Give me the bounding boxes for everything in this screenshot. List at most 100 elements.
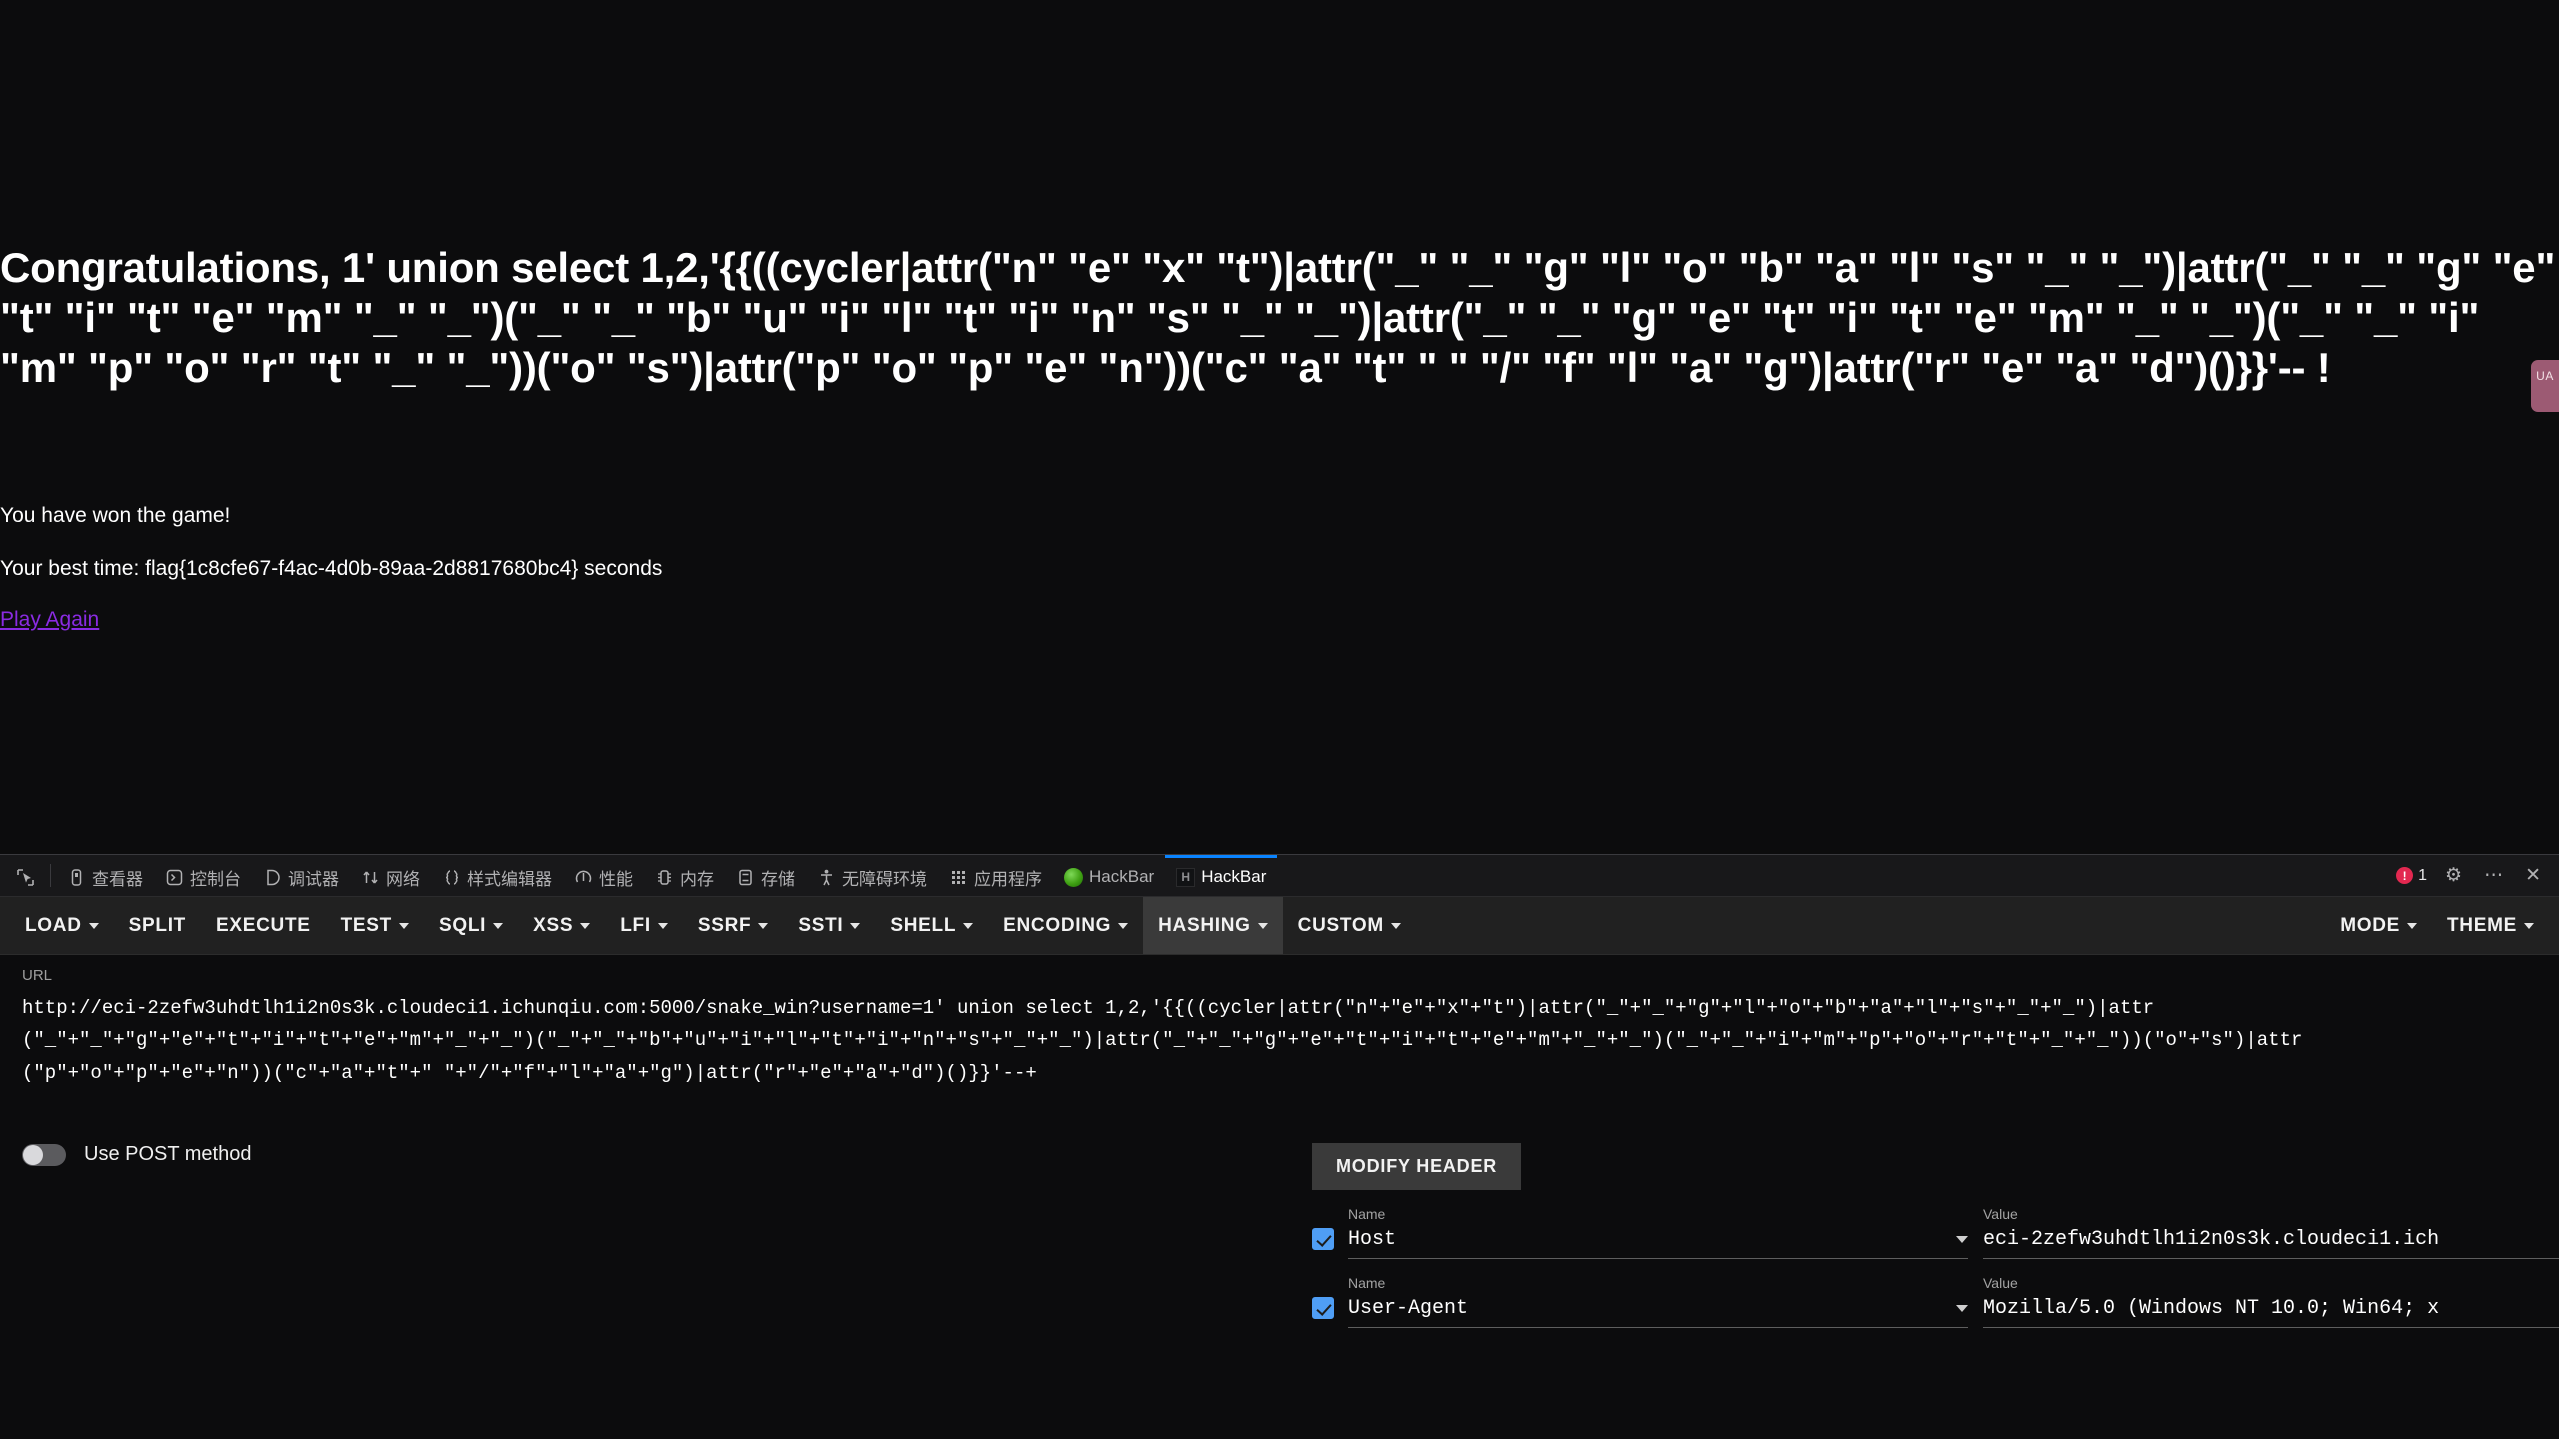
hackbar-menu-custom[interactable]: CUSTOM xyxy=(1283,897,1416,954)
menu-label: LOAD xyxy=(25,914,82,936)
chevron-down-icon xyxy=(88,922,99,929)
header-name-input[interactable]: Host xyxy=(1348,1228,1968,1259)
header-row: Name Host Value eci-2zefw3uhdtlh1i2n0s3k… xyxy=(1312,1206,2559,1259)
chevron-down-icon xyxy=(758,922,769,929)
hackbar-dark-icon xyxy=(1176,867,1196,887)
menu-label: SQLI xyxy=(438,914,487,936)
menu-label: THEME xyxy=(2447,914,2517,936)
chevron-down-icon xyxy=(2407,922,2417,929)
menu-label: MODE xyxy=(2340,914,2400,936)
chevron-down-icon xyxy=(2524,922,2534,929)
use-post-method-toggle[interactable] xyxy=(22,1143,66,1166)
header-row: Name User-Agent Value Mozilla/5.0 (Windo… xyxy=(1312,1275,2559,1328)
post-method-group: Use POST method xyxy=(22,1143,1312,1166)
sidebar-item-network[interactable]: 网络 xyxy=(350,855,431,896)
close-icon[interactable]: ✕ xyxy=(2521,866,2545,885)
hackbar-menu-test[interactable]: TEST xyxy=(326,897,424,954)
tab-label: 性能 xyxy=(599,869,633,889)
memory-icon xyxy=(655,868,674,887)
style-editor-icon xyxy=(442,868,461,887)
sidebar-item-hackbar[interactable]: HackBar xyxy=(1165,855,1278,896)
header-name-input[interactable]: User-Agent xyxy=(1348,1297,1968,1328)
sidebar-item-console[interactable]: 控制台 xyxy=(154,855,252,896)
storage-icon xyxy=(736,868,755,887)
error-icon: ! xyxy=(2396,867,2414,884)
menu-label: EXECUTE xyxy=(215,914,311,936)
element-picker-button[interactable] xyxy=(6,855,45,896)
tab-label: 查看器 xyxy=(92,869,143,889)
header-value-input[interactable]: Mozilla/5.0 (Windows NT 10.0; Win64; x xyxy=(1983,1297,2559,1328)
header-value-label: Value xyxy=(1983,1275,2018,1291)
header-value-value: Mozilla/5.0 (Windows NT 10.0; Win64; x xyxy=(1983,1297,2440,1320)
tab-label: 网络 xyxy=(386,869,420,889)
hackbar-menu-sqli[interactable]: SQLI xyxy=(424,897,518,954)
play-again-link[interactable]: Play Again xyxy=(0,608,99,632)
menu-label: SPLIT xyxy=(128,914,186,936)
sidebar-item-hackbar-green[interactable]: HackBar xyxy=(1053,855,1165,896)
sidebar-item-memory[interactable]: 内存 xyxy=(644,855,725,896)
sidebar-item-accessibility[interactable]: 无障碍环境 xyxy=(806,855,938,896)
hackbar-menu-hashing[interactable]: HASHING xyxy=(1143,897,1283,954)
console-icon xyxy=(165,868,184,887)
sidebar-item-storage[interactable]: 存储 xyxy=(725,855,806,896)
inspector-icon xyxy=(67,868,86,887)
tab-label: HackBar xyxy=(1201,867,1267,886)
hackbar-menu-split[interactable]: SPLIT xyxy=(114,897,201,954)
accessibility-icon xyxy=(817,868,836,887)
browser-page-content: Congratulations, 1' union select 1,2,'{{… xyxy=(0,0,2559,854)
performance-icon xyxy=(574,868,593,887)
header-name-value: Host xyxy=(1348,1228,1397,1251)
menu-label: SSTI xyxy=(798,914,844,936)
header-value-field-wrapper: Value eci-2zefw3uhdtlh1i2n0s3k.cloudeci1… xyxy=(1983,1206,2559,1259)
chevron-down-icon xyxy=(1118,922,1129,929)
hackbar-menu-ssrf[interactable]: SSRF xyxy=(683,897,783,954)
header-value-value: eci-2zefw3uhdtlh1i2n0s3k.cloudeci1.ich xyxy=(1983,1228,2440,1251)
sidebar-item-application[interactable]: 应用程序 xyxy=(938,855,1053,896)
sidebar-item-debugger[interactable]: 调试器 xyxy=(252,855,350,896)
hackbar-menu-ssti[interactable]: SSTI xyxy=(783,897,875,954)
meatball-menu-icon[interactable]: ⋯ xyxy=(2480,866,2507,885)
hackbar-toolbar: LOAD SPLIT EXECUTE TEST SQLI XSS LFI SSR… xyxy=(0,897,2559,955)
hackbar-menu-mode[interactable]: MODE xyxy=(2325,897,2432,954)
modify-header-button[interactable]: MODIFY HEADER xyxy=(1312,1143,1522,1190)
tab-label: HackBar xyxy=(1089,867,1155,886)
menu-label: LFI xyxy=(620,914,651,936)
hackbar-menu-shell[interactable]: SHELL xyxy=(875,897,988,954)
header-name-field-wrapper: Name Host xyxy=(1348,1206,1968,1259)
chevron-down-icon xyxy=(580,922,591,929)
win-message: You have won the game! xyxy=(0,504,231,527)
use-post-method-label: Use POST method xyxy=(84,1143,252,1165)
application-icon xyxy=(949,868,968,887)
chevron-down-icon[interactable] xyxy=(1956,1305,1968,1312)
menu-label: XSS xyxy=(533,914,574,936)
header-enabled-checkbox[interactable] xyxy=(1312,1297,1334,1319)
header-value-label: Value xyxy=(1983,1206,2018,1222)
user-agent-side-tab[interactable]: UA xyxy=(2531,360,2559,412)
header-enabled-checkbox[interactable] xyxy=(1312,1228,1334,1250)
sidebar-item-performance[interactable]: 性能 xyxy=(563,855,644,896)
sidebar-item-style-editor[interactable]: 样式编辑器 xyxy=(431,855,563,896)
hackbar-menu-encoding[interactable]: ENCODING xyxy=(988,897,1143,954)
header-value-field-wrapper: Value Mozilla/5.0 (Windows NT 10.0; Win6… xyxy=(1983,1275,2559,1328)
hackbar-menu-lfi[interactable]: LFI xyxy=(605,897,683,954)
hackbar-menu-xss[interactable]: XSS xyxy=(518,897,605,954)
header-value-input[interactable]: eci-2zefw3uhdtlh1i2n0s3k.cloudeci1.ich xyxy=(1983,1228,2559,1259)
gear-icon[interactable]: ⚙ xyxy=(2441,866,2466,885)
hackbar-menu-load[interactable]: LOAD xyxy=(10,897,114,954)
url-label: URL xyxy=(22,967,53,984)
hackbar-url-section: URL xyxy=(0,955,2559,1115)
chevron-down-icon xyxy=(1257,922,1268,929)
chevron-down-icon[interactable] xyxy=(1956,1236,1968,1243)
chevron-down-icon xyxy=(657,922,668,929)
hackbar-options-row: Use POST method MODIFY HEADER Name Host … xyxy=(0,1115,2559,1328)
sidebar-item-inspector[interactable]: 查看器 xyxy=(56,855,154,896)
page-body: Congratulations, 1' union select 1,2,'{{… xyxy=(0,0,2559,631)
hackbar-menu-theme[interactable]: THEME xyxy=(2432,897,2549,954)
hackbar-menu-execute[interactable]: EXECUTE xyxy=(201,897,326,954)
error-count-badge[interactable]: ! 1 xyxy=(2396,867,2427,885)
chevron-down-icon xyxy=(850,922,861,929)
url-input[interactable] xyxy=(22,992,2537,1110)
menu-label: CUSTOM xyxy=(1297,914,1384,936)
devtools-tabstrip: 查看器 控制台 调试器 网络 样式编辑器 性能 内存 存储 无障碍环境 应用程序… xyxy=(0,855,2559,897)
menu-label: HASHING xyxy=(1158,914,1251,936)
